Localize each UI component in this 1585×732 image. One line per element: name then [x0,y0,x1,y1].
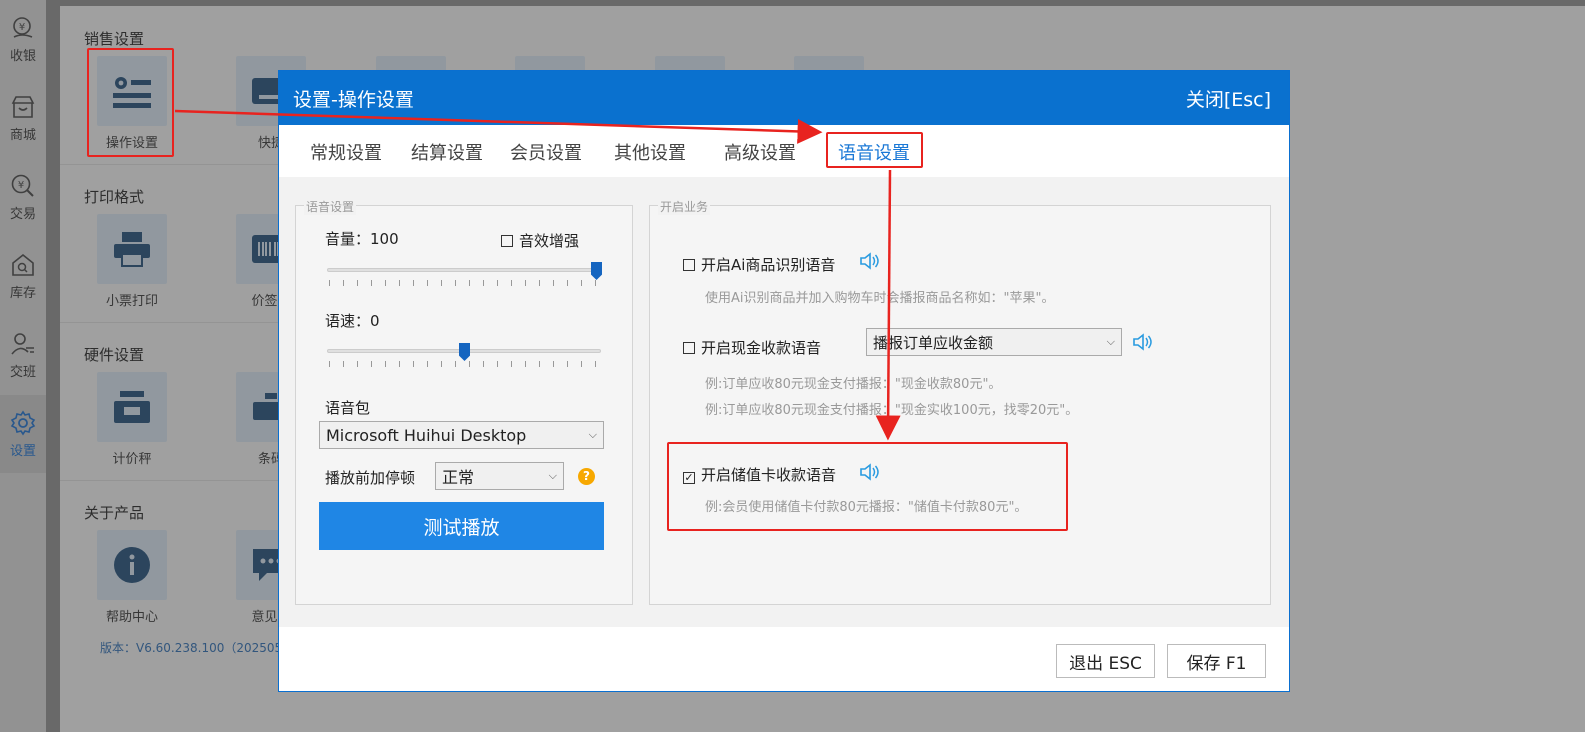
annotation-arrows [174,109,901,441]
annotation-arrow-1 [174,109,823,144]
annotation-arrow-2 [875,169,901,441]
